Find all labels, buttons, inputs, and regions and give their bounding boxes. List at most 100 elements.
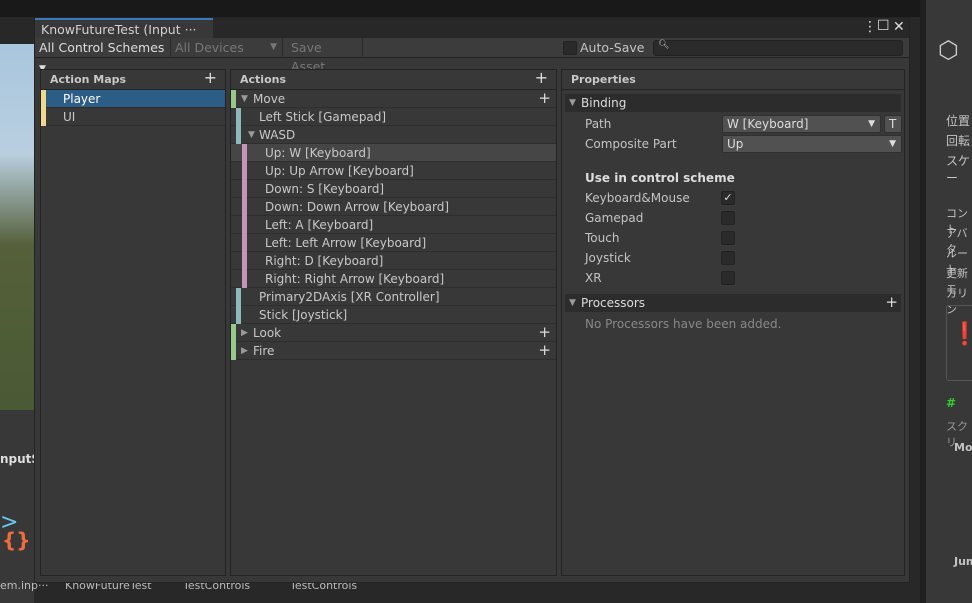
action-maps-header: Action Maps + <box>41 68 225 90</box>
action-row[interactable]: Left: Left Arrow [Keyboard] <box>231 234 556 252</box>
toolbar: All Control Schemes ▼ All Devices ▼ Save … <box>35 38 909 74</box>
close-icon[interactable]: ✕ <box>893 19 905 35</box>
project-panel: nputS > {} <box>0 410 40 603</box>
add-action-map-button[interactable]: + <box>204 68 217 88</box>
action-row[interactable]: Right: Right Arrow [Keyboard] <box>231 270 556 288</box>
control-scheme-label: XR <box>585 271 602 285</box>
control-scheme-row: Gamepad <box>565 208 901 228</box>
control-scheme-title-row: Use in control scheme <box>565 168 901 188</box>
maximize-icon[interactable]: ☐ <box>877 18 890 34</box>
properties-header: Properties <box>562 70 904 90</box>
action-map-label: Player <box>63 92 101 106</box>
path-dropdown[interactable]: W [Keyboard] ▼ <box>722 115 881 133</box>
action-row[interactable]: ▶ Fire + <box>231 341 556 360</box>
add-binding-button[interactable]: + <box>538 341 551 359</box>
actions-header: Actions + <box>231 68 556 90</box>
action-row-label: Down: S [Keyboard] <box>265 182 385 196</box>
editor-top-bar <box>0 0 972 17</box>
t-button[interactable]: T <box>884 115 902 133</box>
binding-title: Binding <box>581 96 627 110</box>
control-scheme-checkbox[interactable]: ✓ <box>721 191 735 205</box>
chevron-down-icon: ▼ <box>270 42 277 52</box>
control-scheme-checkbox[interactable] <box>721 231 735 245</box>
script-icon: # <box>946 396 957 410</box>
action-row[interactable]: ▼ WASD <box>231 126 556 144</box>
composite-part-label: Composite Part <box>585 137 677 151</box>
expand-triangle-icon: ▼ <box>569 98 576 108</box>
control-scheme-title: Use in control scheme <box>585 171 735 185</box>
control-scheme-label: Touch <box>585 231 620 245</box>
inspector-panel: ⬡ 位置 回転 スケー コント アバタ ルート 更新モ カリン ❗ # スクリ … <box>920 0 972 603</box>
control-scheme-label: Keyboard&Mouse <box>585 191 690 205</box>
collapse-triangle-icon[interactable]: ▶ <box>241 342 248 360</box>
processors-title: Processors <box>581 296 646 310</box>
action-row[interactable]: ▶ Look + <box>231 323 556 342</box>
action-row[interactable]: Right: D [Keyboard] <box>231 252 556 270</box>
path-value: W [Keyboard] <box>727 117 809 131</box>
kebab-icon[interactable]: ⋮ <box>863 19 877 35</box>
action-row-label: Left: A [Keyboard] <box>265 218 374 232</box>
action-row[interactable]: Up: Up Arrow [Keyboard] <box>231 162 556 180</box>
auto-save-checkbox[interactable] <box>563 41 577 55</box>
action-row[interactable]: Down: Down Arrow [Keyboard] <box>231 198 556 216</box>
expand-triangle-icon[interactable]: ▼ <box>241 90 248 108</box>
inspector-label: Mov <box>954 441 972 454</box>
actions-panel: Actions + ▼ Move + Left Stick [Gamepad] ▼ WASD… <box>230 68 557 576</box>
composite-part-value: Up <box>727 137 744 151</box>
chevron-down-icon: ▼ <box>868 119 875 129</box>
action-row-label: Look <box>253 326 282 340</box>
save-asset-button[interactable]: Save Asset <box>287 38 363 74</box>
action-map-item[interactable]: UI <box>41 108 225 126</box>
control-schemes-label: All Control Schemes <box>39 40 165 55</box>
action-row[interactable]: Down: S [Keyboard] <box>231 180 556 198</box>
control-schemes-dropdown[interactable]: All Control Schemes ▼ <box>35 38 171 74</box>
search-icon: 🔍︎ <box>658 40 670 50</box>
expand-triangle-icon[interactable]: ▼ <box>248 126 255 144</box>
processors-empty-row: No Processors have been added. <box>565 314 901 334</box>
action-row-label: Up: W [Keyboard] <box>265 146 371 160</box>
action-row-label: Down: Down Arrow [Keyboard] <box>265 200 450 214</box>
processors-section-header[interactable]: ▼ Processors + <box>565 293 901 312</box>
add-binding-button[interactable]: + <box>538 323 551 341</box>
action-row[interactable]: ▼ Move + <box>231 89 556 108</box>
action-row-label: Up: Up Arrow [Keyboard] <box>265 164 414 178</box>
actions-title: Actions <box>240 73 286 86</box>
auto-save-label: Auto-Save <box>580 40 645 55</box>
action-row[interactable]: Stick [Joystick] <box>231 306 556 324</box>
control-scheme-checkbox[interactable] <box>721 251 735 265</box>
properties-panel: Properties ▼ Binding Path W [Keyboard] ▼ T… <box>561 69 905 576</box>
action-row[interactable]: Up: W [Keyboard] <box>231 144 556 162</box>
action-row-label: Primary2DAxis [XR Controller] <box>259 290 440 304</box>
composite-part-row: Composite Part Up ▼ <box>565 134 902 154</box>
window-title-bar[interactable] <box>213 18 909 38</box>
add-processor-button[interactable]: + <box>885 293 898 311</box>
inspector-label: 回転 <box>946 134 971 148</box>
search-input[interactable]: 🔍︎ <box>653 40 903 56</box>
action-map-item[interactable]: Player <box>41 90 225 108</box>
control-scheme-row: Keyboard&Mouse ✓ <box>565 188 901 208</box>
action-row[interactable]: Left: A [Keyboard] <box>231 216 556 234</box>
composite-part-dropdown[interactable]: Up ▼ <box>722 135 902 153</box>
window-tab[interactable]: KnowFutureTest (Input ··· <box>35 18 213 38</box>
action-row-label: WASD <box>259 128 296 142</box>
binding-section-header[interactable]: ▼ Binding <box>565 94 901 112</box>
devices-dropdown[interactable]: All Devices ▼ <box>171 38 283 58</box>
control-scheme-row: Touch <box>565 228 901 248</box>
scene-view[interactable] <box>0 44 34 410</box>
action-map-label: UI <box>63 110 76 124</box>
add-action-button[interactable]: + <box>535 68 548 88</box>
action-row[interactable]: Primary2DAxis [XR Controller] <box>231 288 556 306</box>
control-scheme-checkbox[interactable] <box>721 271 735 285</box>
expand-triangle-icon: ▼ <box>569 298 576 308</box>
collapse-triangle-icon[interactable]: ▶ <box>241 324 248 342</box>
action-row-label: Left: Left Arrow [Keyboard] <box>265 236 427 250</box>
control-scheme-label: Gamepad <box>585 211 644 225</box>
action-row-label: Stick [Joystick] <box>259 308 348 322</box>
action-row-label: Move <box>253 92 286 106</box>
add-binding-button[interactable]: + <box>538 89 551 107</box>
action-maps-title: Action Maps <box>50 73 127 86</box>
script-braces-icon: {} <box>2 528 31 552</box>
control-scheme-checkbox[interactable] <box>721 211 735 225</box>
action-row[interactable]: Left Stick [Gamepad] <box>231 108 556 126</box>
action-maps-panel: Action Maps + Player UI <box>40 68 226 576</box>
